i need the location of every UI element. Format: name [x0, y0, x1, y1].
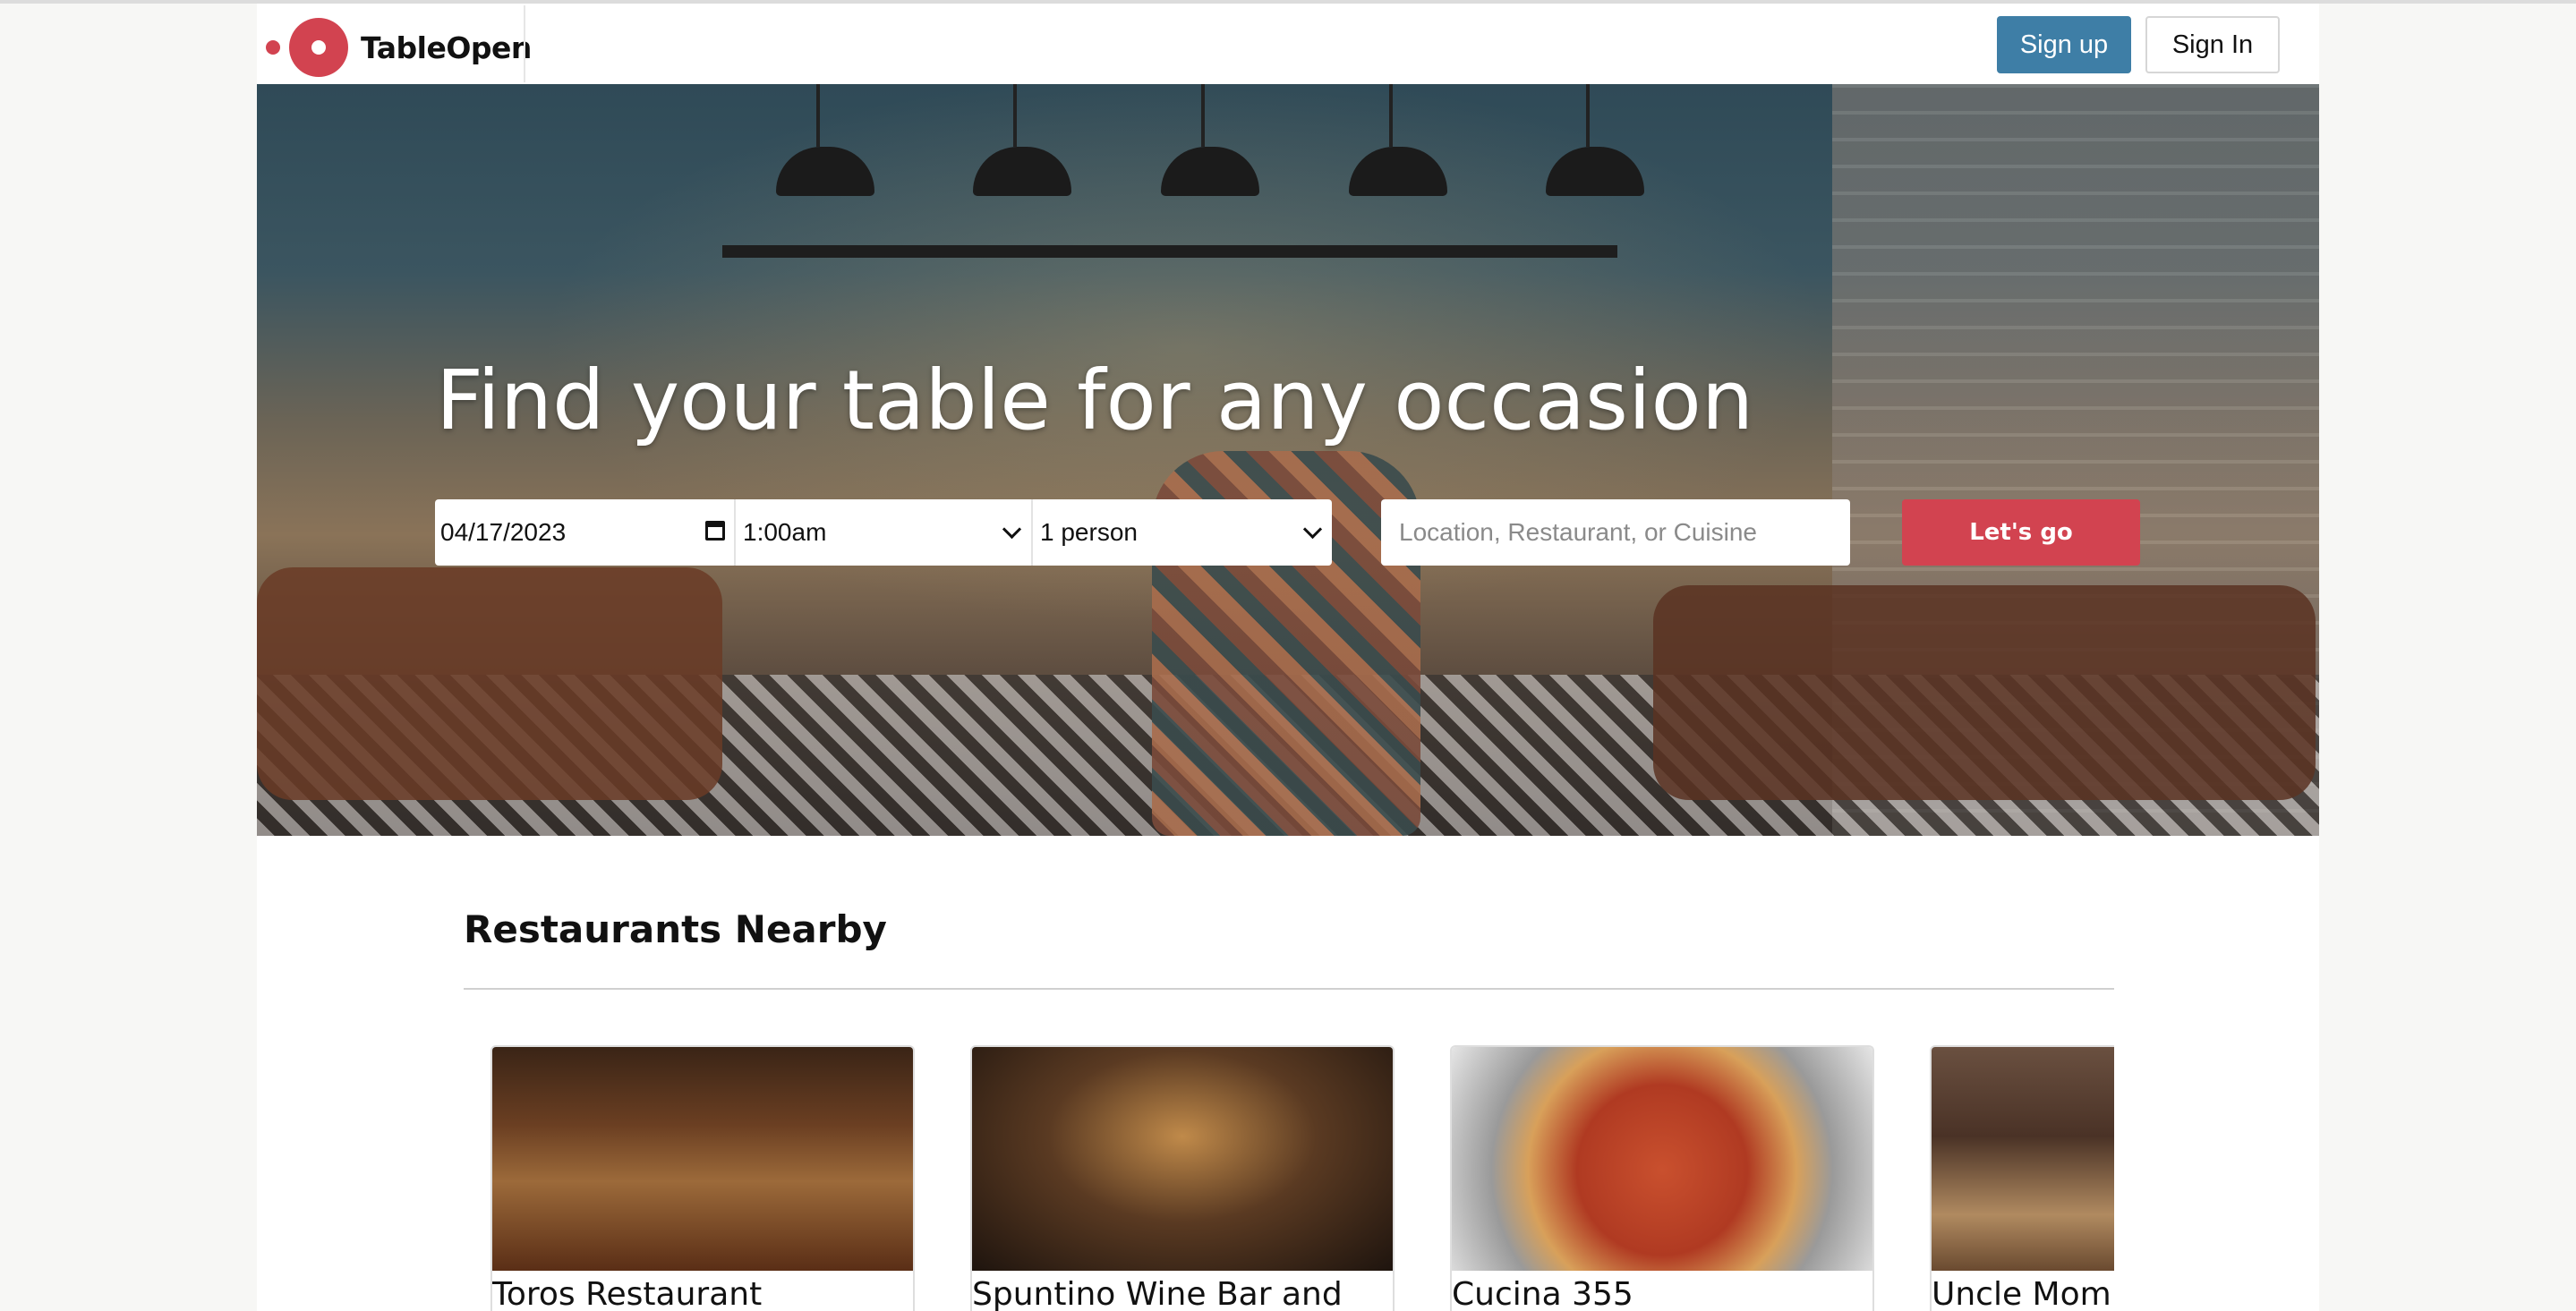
hero-background-sofa [257, 567, 722, 800]
party-size-value: 1 person [1040, 518, 1138, 546]
date-value: 04/17/2023 [440, 518, 567, 546]
hero-lamp [973, 84, 1071, 196]
signin-button[interactable]: Sign In [2145, 16, 2280, 73]
time-value: 1:00am [743, 518, 827, 546]
restaurant-photo [492, 1047, 913, 1271]
restaurant-card[interactable]: Cucina 355 [1450, 1045, 1874, 1311]
restaurant-name[interactable]: Toros Restaurant [492, 1276, 762, 1311]
page: TableOpen Sign up Sign In Find your tabl… [257, 4, 2319, 1311]
hero-title: Find your table for any occasion [436, 353, 1754, 448]
logo-circle-icon [289, 18, 348, 77]
time-select[interactable]: 1:00am [736, 499, 1033, 566]
restaurant-photo [972, 1047, 1393, 1271]
top-nav: TableOpen Sign up Sign In [257, 4, 2319, 84]
restaurant-card[interactable]: Toros Restaurant [490, 1045, 915, 1311]
brand-name: TableOpen [361, 30, 532, 65]
restaurant-name[interactable]: Cucina 355 [1452, 1276, 1633, 1311]
hero-lamp [1546, 84, 1644, 196]
section-title: Restaurants Nearby [464, 907, 887, 951]
hero-banner: Find your table for any occasion 04/17/2… [257, 84, 2319, 836]
hero-background-sofa [1653, 585, 2316, 800]
hero-background-shelf [722, 245, 1617, 258]
date-input[interactable]: 04/17/2023 [435, 499, 736, 566]
hero-lamp [1161, 84, 1259, 196]
restaurant-photo [1932, 1047, 2114, 1271]
hero-lamp [1349, 84, 1447, 196]
party-size-select[interactable]: 1 person [1033, 499, 1332, 566]
restaurant-photo [1452, 1047, 1872, 1271]
chevron-down-icon [1002, 519, 1022, 540]
search-input[interactable] [1381, 499, 1850, 566]
restaurant-name[interactable]: Spuntino Wine Bar and [972, 1276, 1343, 1311]
section-divider [464, 988, 2114, 990]
calendar-icon[interactable] [705, 521, 725, 541]
restaurant-carousel: Toros Restaurant Spuntino Wine Bar and C… [490, 1045, 2114, 1311]
restaurant-card[interactable]: Uncle Mom [1930, 1045, 2114, 1311]
restaurant-name[interactable]: Uncle Mom [1932, 1276, 2111, 1311]
restaurant-card[interactable]: Spuntino Wine Bar and [970, 1045, 1395, 1311]
lets-go-button[interactable]: Let's go [1902, 499, 2140, 566]
logo-dot-icon [266, 40, 280, 55]
reservation-picker: 04/17/2023 1:00am 1 person [435, 499, 1332, 566]
brand-logo[interactable]: TableOpen [266, 16, 532, 79]
hero-lamp [776, 84, 874, 196]
brand-divider [524, 5, 525, 82]
chevron-down-icon [1302, 519, 1323, 540]
signup-button[interactable]: Sign up [1997, 16, 2131, 73]
